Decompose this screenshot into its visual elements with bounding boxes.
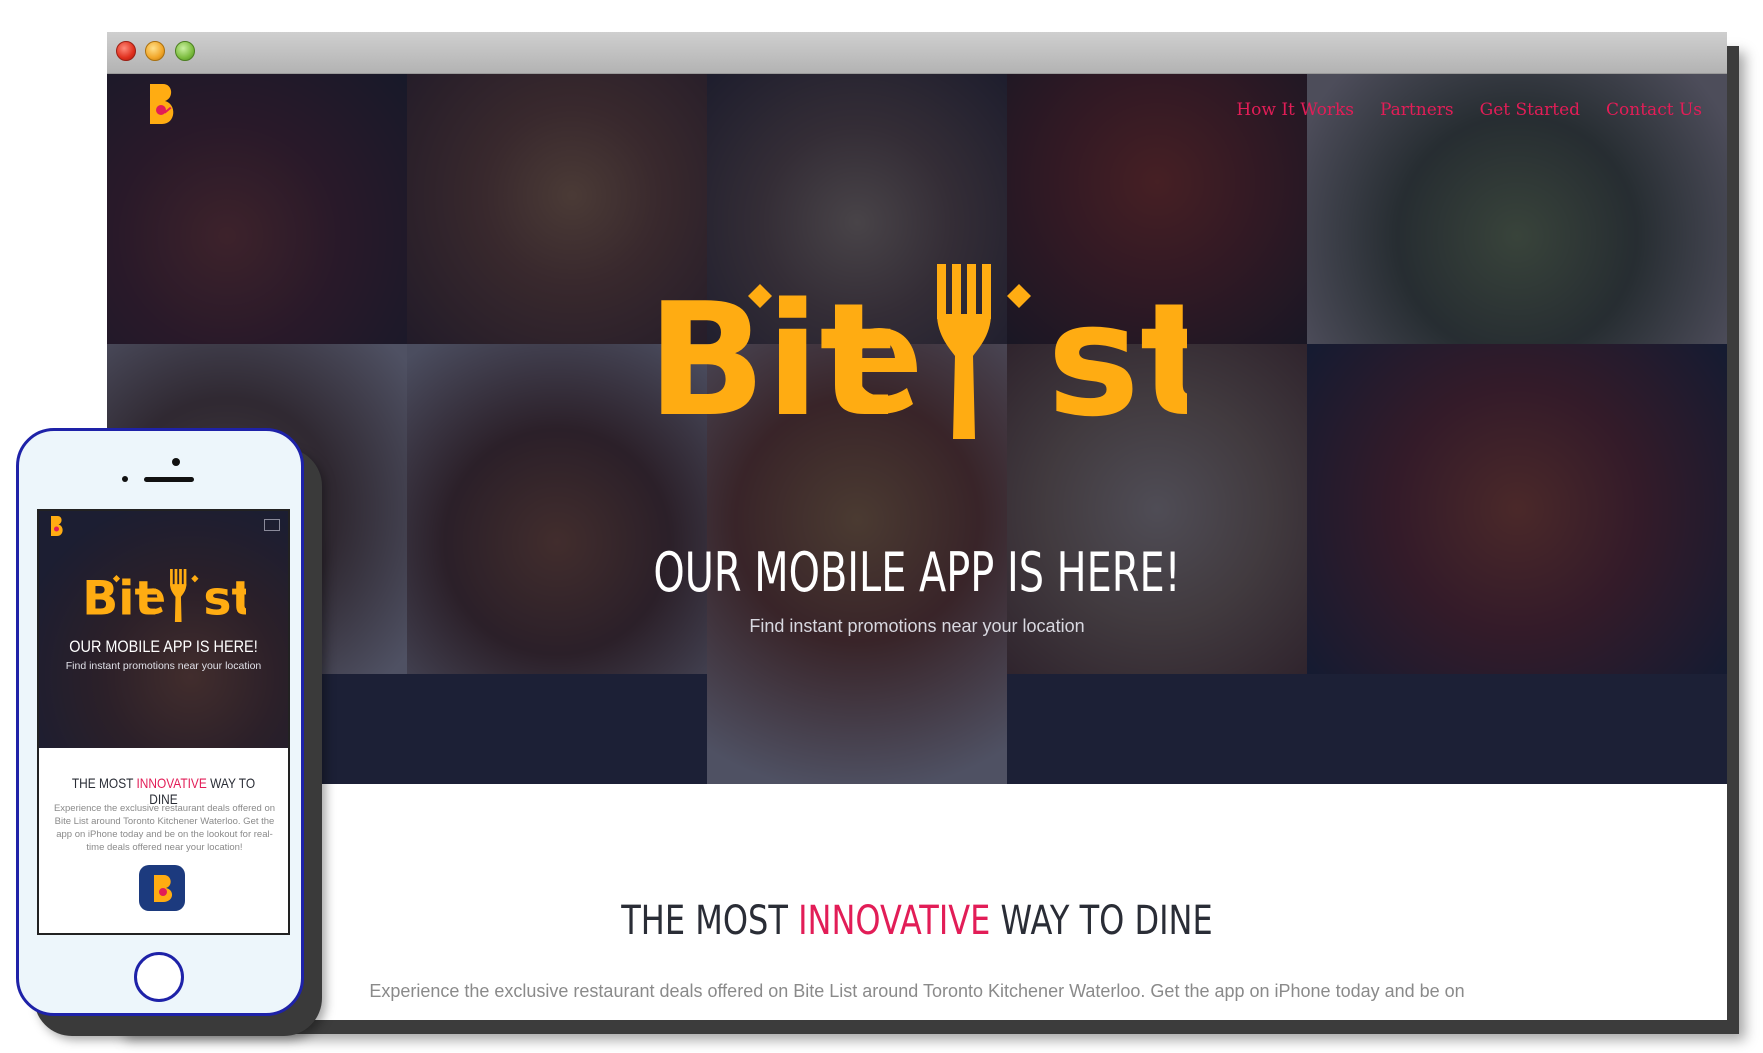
nav-get-started[interactable]: Get Started: [1480, 100, 1580, 120]
site-logo[interactable]: [147, 82, 177, 131]
nav-contact-us[interactable]: Contact Us: [1606, 100, 1702, 120]
maximize-window-button[interactable]: [175, 41, 195, 61]
phone-bitelist-wordmark: Bit st: [39, 569, 288, 630]
browser-window: How It Works Partners Get Started Contac…: [107, 32, 1727, 1020]
section-title-accent: INNOVATIVE: [136, 775, 207, 791]
bitelist-logo-icon: Bit st: [647, 264, 1214, 451]
svg-text:st: st: [1047, 269, 1187, 449]
phone-mockup: Bit st OUR MOBILE APP IS HERE! Find inst…: [16, 428, 304, 1016]
minimize-window-button[interactable]: [145, 41, 165, 61]
section-text: Experience the exclusive restaurant deal…: [369, 981, 1465, 1001]
hero-subtitle: Find instant promotions near your locati…: [749, 616, 1085, 636]
food-photo: [1007, 674, 1727, 784]
phone-hero-subtitle: Find instant promotions near your locati…: [65, 660, 262, 672]
phone-hero: Bit st OUR MOBILE APP IS HERE! Find inst…: [39, 511, 288, 748]
section-title-accent: INNOVATIVE: [798, 898, 991, 944]
bitelist-b-icon: [51, 516, 63, 536]
bitelist-b-icon: [150, 84, 174, 124]
phone-section-text: Experience the exclusive restaurant deal…: [53, 803, 276, 853]
nav-partners[interactable]: Partners: [1380, 100, 1454, 120]
phone-site-logo[interactable]: [49, 515, 65, 542]
innovation-section: THE MOST INNOVATIVE WAY TO DINE Experien…: [107, 784, 1727, 1020]
close-window-button[interactable]: [116, 41, 136, 61]
window-titlebar: [107, 32, 1727, 74]
phone-sensor: [122, 476, 128, 482]
phone-hero-title: OUR MOBILE APP IS HERE!: [69, 637, 258, 656]
phone-screen: Bit st OUR MOBILE APP IS HERE! Find inst…: [37, 509, 290, 935]
section-title: THE MOST INNOVATIVE WAY TO DINE: [269, 898, 1565, 944]
phone-camera: [172, 458, 180, 466]
hero-section: How It Works Partners Get Started Contac…: [107, 74, 1727, 784]
svg-text:st: st: [203, 571, 246, 625]
bitelist-wordmark: Bit st: [107, 264, 1727, 454]
section-title-pre: THE MOST: [621, 898, 799, 944]
hero-title: OUR MOBILE APP IS HERE!: [653, 541, 1181, 604]
phone-speaker: [144, 477, 194, 482]
main-nav: How It Works Partners Get Started Contac…: [1236, 100, 1702, 120]
nav-how-it-works[interactable]: How It Works: [1236, 100, 1354, 120]
app-store-icon[interactable]: [139, 865, 185, 911]
section-title-post: WAY TO DINE: [990, 898, 1213, 944]
phone-home-button[interactable]: [134, 952, 184, 1002]
section-title-pre: THE MOST: [71, 775, 137, 791]
bitelist-logo-icon: Bit st: [82, 569, 254, 626]
bitelist-app-icon: [154, 875, 173, 902]
hamburger-menu-icon[interactable]: [264, 519, 280, 531]
